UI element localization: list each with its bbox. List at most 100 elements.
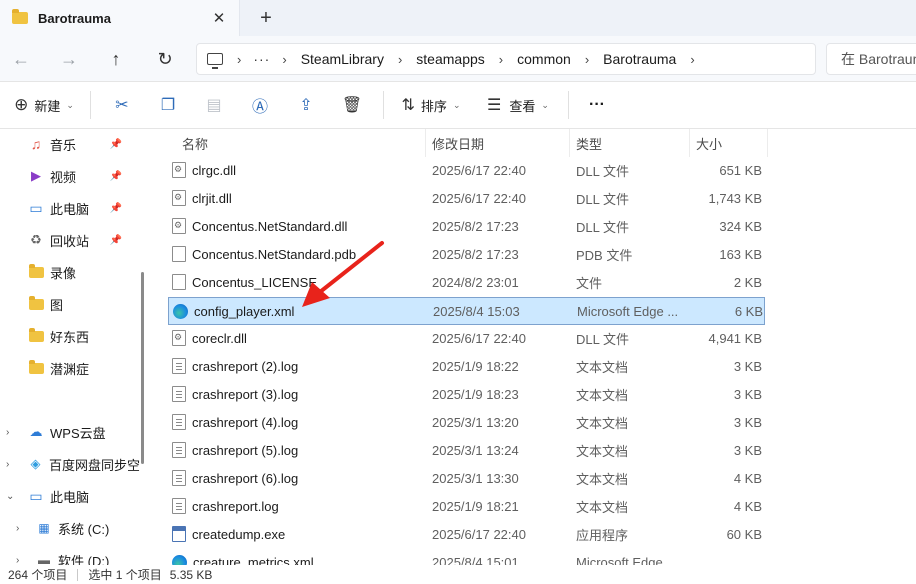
file-row[interactable]: crashreport (6).log 2025/3/1 13:30 文本文档 4 K… [168,465,765,493]
blank-file-icon [172,274,186,290]
chevron-down-icon: ⌄ [541,99,549,110]
more-options-button[interactable]: ··· [577,88,617,122]
tab-barotrauma[interactable]: Barotrauma ✕ [0,0,240,36]
sidebar-item-drive-c[interactable]: › ▦ 系统 (C:) [0,514,140,542]
tab-title: Barotrauma [38,10,111,26]
sidebar-item-baidu-sync[interactable]: › ◈ 百度网盘同步空 [0,450,140,478]
pin-icon[interactable]: 📌 [110,235,122,246]
search-input[interactable]: 在 Barotrauma 中搜索 [826,43,916,75]
computer-icon[interactable] [207,53,223,69]
file-row[interactable]: config_player.xml 2025/8/4 15:03 Microsoft… [168,297,765,325]
sidebar-item-pictures[interactable]: 图 [28,290,140,318]
file-row[interactable]: creature_metrics.xml 2025/8/4 15:01 Micros… [168,549,765,565]
status-bar: 264 个项目 选中 1 个项目 5.35 KB [0,565,916,584]
share-button[interactable]: ⇪ [283,88,329,122]
column-header-date[interactable]: 修改日期 [426,129,570,157]
sidebar-item-barotrauma[interactable]: 潜渊症 [28,354,140,382]
chevron-right-icon[interactable]: › [690,52,694,67]
pin-icon[interactable]: 📌 [110,171,122,182]
file-name-cell: config_player.xml [173,298,425,324]
sidebar-scrollbar[interactable] [141,272,144,464]
app-file-icon [172,526,186,542]
sidebar-item-goodstuff[interactable]: 好东西 [28,322,140,350]
close-tab-icon[interactable]: ✕ [207,6,231,30]
file-type: PDB 文件 [576,247,633,263]
up-button[interactable]: ↑ [101,44,131,74]
chevron-right-icon[interactable]: › [237,52,241,67]
file-row[interactable]: clrgc.dll 2025/6/17 22:40 DLL 文件 651 KB [168,157,765,185]
baidu-sync-icon: ◈ [30,456,41,471]
sidebar-item-music[interactable]: ♫ 音乐 📌 [28,130,140,158]
file-name: coreclr.dll [192,330,247,346]
file-type: 文本文档 [576,359,629,375]
chevron-right-icon[interactable]: › [282,52,286,67]
file-row[interactable]: crashreport (5).log 2025/3/1 13:24 文本文档 3 K… [168,437,765,465]
pin-icon[interactable]: 📌 [110,139,122,150]
chevron-right-icon[interactable]: › [499,52,503,67]
sidebar-item-this-pc[interactable]: ▭ 此电脑 📌 [28,194,140,222]
file-type: 文本文档 [576,499,629,515]
divider [77,568,79,581]
file-row[interactable]: coreclr.dll 2025/6/17 22:40 DLL 文件 4,941 KB [168,325,765,353]
column-header-type[interactable]: 类型 [570,129,690,157]
back-button[interactable]: ← [6,44,36,74]
sort-button-label: 排序 [420,98,447,114]
file-date: 2025/8/4 15:03 [433,303,520,319]
sidebar-item-recycle-bin[interactable]: ♻ 回收站 📌 [28,226,140,254]
paste-button[interactable]: ▤ [191,88,237,122]
file-row[interactable]: crashreport (4).log 2025/3/1 13:20 文本文档 3 K… [168,409,765,437]
file-date: 2025/3/1 13:20 [432,414,519,430]
view-button[interactable]: ☰ 查看 ⌄ [476,88,560,122]
column-header-size[interactable]: 大小 [690,129,768,157]
new-tab-button[interactable]: + [252,4,280,32]
file-row[interactable]: Concentus.NetStandard.dll 2025/8/2 17:23 D… [168,213,765,241]
chevron-right-icon[interactable]: › [16,555,19,566]
copy-button[interactable]: ❐ [145,88,191,122]
column-header-label: 名称 [182,136,209,152]
copy-icon: ❐ [160,97,176,114]
breadcrumb-steamlibrary[interactable]: SteamLibrary [299,51,386,67]
chevron-down-icon[interactable]: ⌄ [6,491,14,502]
file-row[interactable]: createdump.exe 2025/6/17 22:40 应用程序 60 KB [168,521,765,549]
item-count: 264 个项目 [8,568,68,582]
file-row[interactable]: crashreport (3).log 2025/1/9 18:23 文本文档 3 K… [168,381,765,409]
file-date: 2025/1/9 18:22 [432,358,519,374]
sidebar-item-this-pc-tree[interactable]: ⌄ ▭ 此电脑 [0,482,140,510]
refresh-button[interactable]: ↻ [150,44,180,74]
video-icon: ▶ [31,168,41,183]
chevron-right-icon[interactable]: › [16,523,19,534]
breadcrumb-more-button[interactable]: ··· [253,51,270,67]
rename-button[interactable]: Ⓐ [237,88,283,122]
forward-button[interactable]: → [54,44,84,74]
sort-button[interactable]: ⇅ 排序 ⌄ [392,88,470,122]
file-row[interactable]: crashreport (2).log 2025/1/9 18:22 文本文档 3 K… [168,353,765,381]
pin-icon[interactable]: 📌 [110,203,122,214]
sidebar-item-recordings[interactable]: 录像 [28,258,140,286]
file-row[interactable]: clrjit.dll 2025/6/17 22:40 DLL 文件 1,743 KB [168,185,765,213]
sidebar-item-wps-cloud[interactable]: › ☁ WPS云盘 [0,418,140,446]
recycle-bin-icon: ♻ [30,232,42,247]
new-button-label: 新建 [34,98,61,114]
breadcrumb-steamapps[interactable]: steamapps [414,51,486,67]
computer-icon: ▭ [29,487,43,504]
chevron-right-icon[interactable]: › [6,427,9,438]
file-row[interactable]: Concentus.NetStandard.pdb 2025/8/2 17:23 P… [168,241,765,269]
sidebar-item-label: 图 [50,297,64,313]
column-header-name[interactable]: ⌃ 名称 [176,129,426,157]
navigation-pane: ♫ 音乐 📌 ▶ 视频 📌 ▭ 此电脑 📌 ♻ 回收站 📌 录像 图 好东西 潜… [0,129,150,565]
cut-button[interactable]: ✂ [99,88,145,122]
file-size: 163 KB [719,246,762,262]
new-button[interactable]: ⊕ 新建 ⌄ [6,88,82,122]
breadcrumb-common[interactable]: common [515,51,573,67]
chevron-down-icon: ⌄ [66,99,74,110]
file-row[interactable]: crashreport.log 2025/1/9 18:21 文本文档 4 KB [168,493,765,521]
chevron-right-icon[interactable]: › [398,52,402,67]
chevron-right-icon[interactable]: › [585,52,589,67]
sidebar-item-videos[interactable]: ▶ 视频 📌 [28,162,140,190]
sidebar-item-drive-d[interactable]: › ▬ 软件 (D:) [0,546,140,565]
chevron-right-icon[interactable]: › [6,459,9,470]
address-bar[interactable]: › ··· › SteamLibrary › steamapps › commo… [196,43,816,75]
breadcrumb-barotrauma[interactable]: Barotrauma [601,51,678,67]
file-row[interactable]: Concentus_LICENSE 2024/8/2 23:01 文件 2 KB [168,269,765,297]
delete-button[interactable]: 🗑 [329,88,375,122]
